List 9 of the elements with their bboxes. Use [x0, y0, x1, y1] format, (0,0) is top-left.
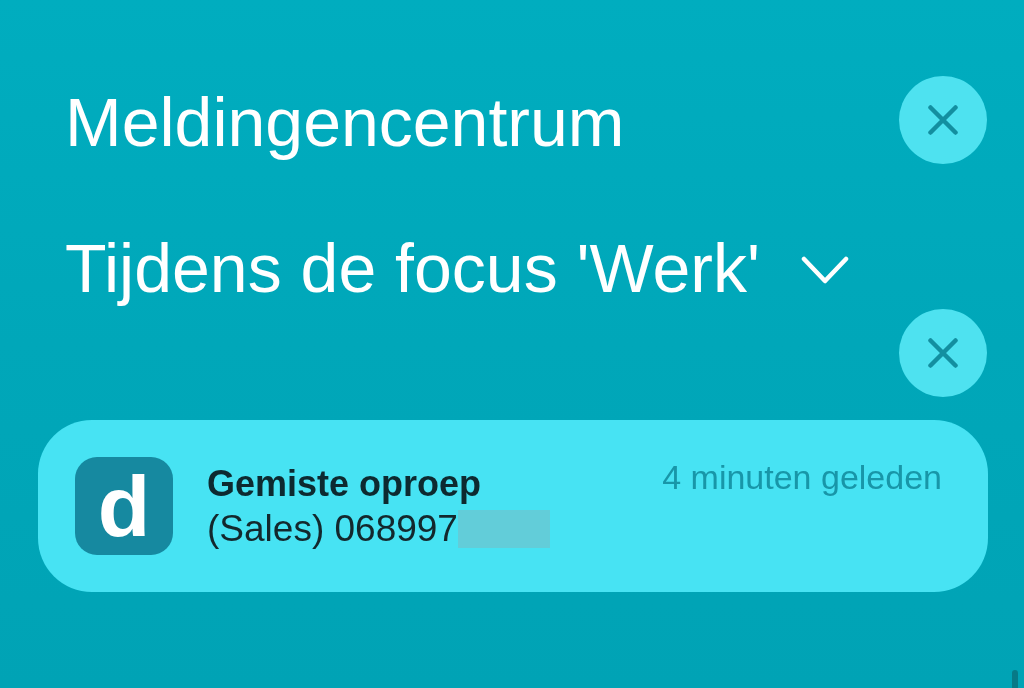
notification-center-title: Meldingencentrum: [65, 83, 625, 162]
chevron-down-icon: [800, 256, 849, 284]
close-icon: [928, 338, 958, 368]
notification-card[interactable]: d Gemiste oproep 4 minuten geleden (Sales) 068997: [38, 420, 988, 592]
scroll-indicator: [1012, 670, 1018, 688]
close-icon: [928, 105, 958, 135]
app-icon: d: [75, 457, 173, 555]
notification-title: Gemiste oproep: [207, 462, 482, 506]
notification-body: (Sales) 068997: [207, 507, 458, 551]
